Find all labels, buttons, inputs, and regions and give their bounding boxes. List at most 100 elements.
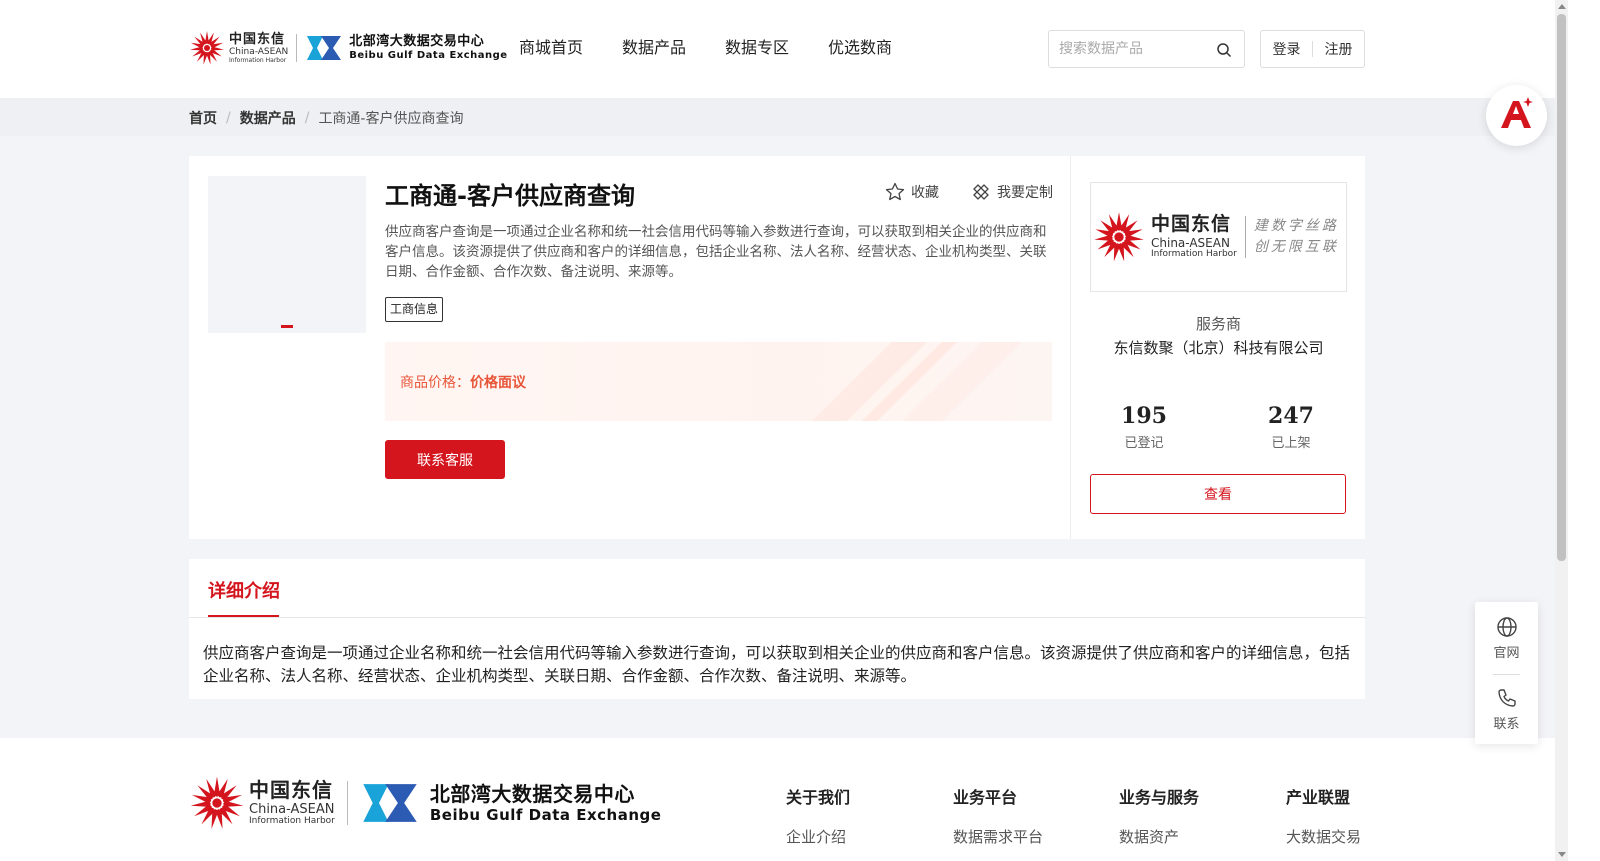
product-title: 工商通-客户供应商查询: [385, 182, 635, 210]
listed-stat: 247 已上架: [1231, 403, 1351, 451]
seller-slogan-line1: 建数字丝路: [1253, 218, 1339, 234]
footer-logo-cn: 中国东信: [249, 778, 333, 802]
side-toolbar-divider: [1493, 674, 1520, 675]
china-asean-logo: 中国东信 China-ASEAN Information Harbor: [189, 30, 288, 66]
favorite-label: 收藏: [911, 185, 939, 201]
phone-icon: [1497, 689, 1516, 707]
customize-button[interactable]: 我要定制: [971, 182, 1053, 202]
card-divider: [1070, 156, 1071, 539]
star-icon: [885, 182, 905, 201]
website-button[interactable]: 官网: [1475, 616, 1538, 661]
footer-partner-en: Beibu Gulf Data Exchange: [429, 805, 662, 824]
side-toolbar: 官网 联系: [1475, 602, 1538, 744]
scroll-up-arrow-icon[interactable]: [1558, 4, 1566, 9]
page-scrollbar[interactable]: [1555, 0, 1568, 861]
footer-logo-divider: [346, 781, 348, 825]
breadcrumb: 首页 / 数据产品 / 工商通-客户供应商查询: [189, 108, 464, 128]
favorite-button[interactable]: 收藏: [885, 182, 939, 202]
breadcrumb-bar: 首页 / 数据产品 / 工商通-客户供应商查询: [0, 98, 1555, 136]
assistant-logo-icon: [1501, 97, 1533, 128]
price-row: 商品价格：价格面议: [400, 372, 526, 392]
partner-cn-text: 北部湾大数据交易中心: [349, 34, 485, 49]
registered-stat: 195 已登记: [1084, 403, 1204, 451]
logo-cn-text: 中国东信: [229, 31, 286, 47]
footer-col-platform: 业务平台 数据需求平台: [953, 784, 1043, 847]
footer-link[interactable]: 企业介绍: [786, 826, 850, 847]
beibu-gulf-mark-icon: [307, 36, 342, 60]
nav-preferred-vendors[interactable]: 优选数商: [828, 36, 892, 60]
seller-logo-divider: [1244, 216, 1246, 258]
main-nav: 商城首页 数据产品 数据专区 优选数商: [519, 36, 931, 60]
logo-en-subtext: Information Harbor: [229, 56, 287, 64]
seller-logo-cn: 中国东信: [1151, 213, 1232, 235]
footer-heading: 业务与服务: [1119, 788, 1200, 807]
register-link[interactable]: 注册: [1313, 39, 1364, 59]
login-link[interactable]: 登录: [1261, 39, 1312, 59]
auth-box: 登录 注册: [1260, 30, 1365, 68]
seller-slogan-line2: 创无限互联: [1253, 239, 1339, 255]
search-box: [1048, 30, 1245, 68]
logo-en-text: China-ASEAN: [229, 46, 289, 57]
price-value: 价格面议: [470, 375, 526, 391]
detail-text: 供应商客户查询是一项通过企业名称和统一社会信用代码等输入参数进行查询，可以获取到…: [203, 644, 1351, 685]
contact-label: 联系: [1493, 717, 1520, 732]
price-decoration: [812, 342, 1022, 421]
price-box: 商品价格：价格面议: [385, 342, 1052, 421]
partner-en-text: Beibu Gulf Data Exchange: [349, 50, 508, 61]
footer-heading: 产业联盟: [1286, 788, 1351, 807]
listed-label: 已上架: [1271, 436, 1311, 451]
seller-slogan: 建数字丝路 创无限互联: [1254, 216, 1339, 258]
search-icon[interactable]: [1216, 42, 1232, 58]
seller-logo-en: China-ASEAN: [1151, 236, 1230, 250]
footer-col-services: 业务与服务 数据资产: [1119, 784, 1199, 847]
footer-logo: 中国东信 China-ASEAN Information Harbor 北部湾大…: [189, 775, 661, 831]
view-seller-button[interactable]: 查看: [1090, 474, 1346, 514]
beibu-gulf-logo: 北部湾大数据交易中心 Beibu Gulf Data Exchange: [305, 34, 507, 62]
breadcrumb-separator: /: [226, 110, 231, 126]
website-label: 官网: [1493, 646, 1520, 661]
site-logo[interactable]: 中国东信 China-ASEAN Information Harbor 北部湾大…: [189, 28, 508, 68]
footer-link[interactable]: 数据需求平台: [953, 826, 1043, 847]
footer-link[interactable]: 大数据交易: [1286, 826, 1361, 847]
customize-icon: [973, 184, 989, 200]
footer-heading: 业务平台: [953, 788, 1018, 807]
site-header: 中国东信 China-ASEAN Information Harbor 北部湾大…: [0, 0, 1555, 98]
search-input[interactable]: [1059, 41, 1219, 57]
logo-divider: [296, 34, 298, 62]
contact-button[interactable]: 联系: [1475, 687, 1538, 732]
product-actions: 收藏 我要定制: [885, 182, 1085, 202]
breadcrumb-current: 工商通-客户供应商查询: [318, 111, 464, 127]
breadcrumb-category[interactable]: 数据产品: [240, 108, 296, 128]
nav-data-zone[interactable]: 数据专区: [725, 36, 789, 60]
contact-service-button[interactable]: 联系客服: [385, 440, 505, 479]
footer-link[interactable]: 数据资产: [1119, 826, 1199, 847]
footer-col-alliance: 产业联盟 大数据交易: [1286, 784, 1361, 847]
seller-label: 服务商: [1195, 315, 1241, 333]
assistant-button[interactable]: [1486, 85, 1547, 146]
footer-logo-en: China-ASEAN: [249, 802, 335, 817]
globe-icon: [1496, 617, 1517, 637]
seller-logo-en-sub: Information Harbor: [1151, 249, 1237, 259]
scrollbar-thumb[interactable]: [1557, 14, 1566, 561]
carousel-indicator[interactable]: [281, 325, 293, 328]
seller-logo: 中国东信 China-ASEAN Information Harbor 建数字丝…: [1090, 182, 1347, 292]
registered-count: 195: [1121, 403, 1167, 429]
burst-logo-icon: [190, 31, 224, 65]
seller-name: 东信数聚（北京）科技有限公司: [1113, 339, 1324, 357]
footer-partner-cn: 北部湾大数据交易中心: [429, 781, 635, 806]
tab-detail[interactable]: 详细介绍: [208, 577, 280, 603]
product-description: 供应商客户查询是一项通过企业名称和统一社会信用代码等输入参数进行查询，可以获取到…: [385, 224, 1047, 280]
breadcrumb-separator: /: [304, 110, 310, 126]
customize-label: 我要定制: [997, 185, 1053, 201]
nav-home[interactable]: 商城首页: [519, 36, 583, 60]
site-footer: 中国东信 China-ASEAN Information Harbor 北部湾大…: [0, 738, 1555, 861]
product-tag: 工商信息: [385, 297, 444, 322]
breadcrumb-home[interactable]: 首页: [189, 108, 217, 128]
product-card: 工商通-客户供应商查询 收藏 我要定制 供应商客户查询是一项通过企业名称和统一社…: [189, 156, 1365, 539]
footer-beibu-mark-icon: [363, 784, 417, 822]
nav-data-products[interactable]: 数据产品: [622, 36, 686, 60]
footer-col-about: 关于我们 企业介绍: [786, 784, 850, 847]
footer-heading: 关于我们: [786, 788, 851, 807]
product-image: [208, 176, 366, 333]
scroll-down-arrow-icon[interactable]: [1558, 852, 1566, 857]
